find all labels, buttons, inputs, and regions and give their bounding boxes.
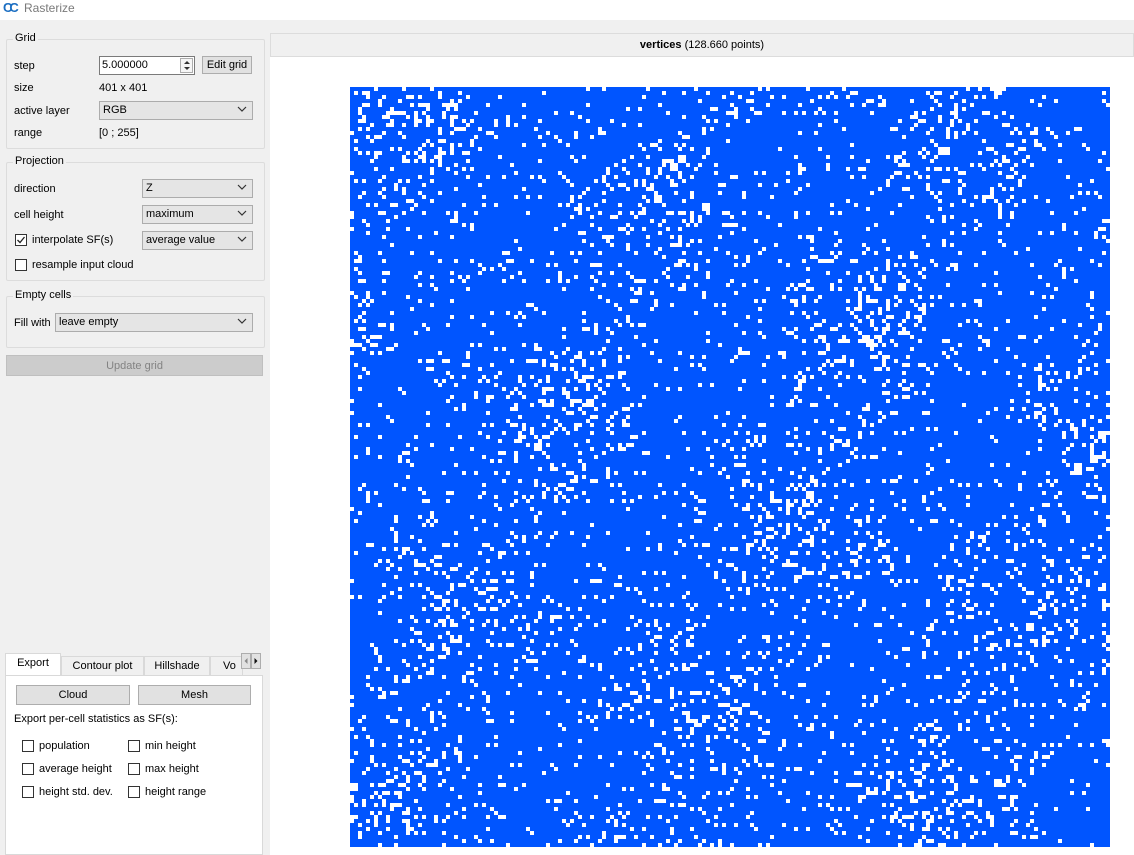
tab-hillshade[interactable]: Hillshade	[144, 656, 210, 675]
update-grid-button[interactable]: Update grid	[6, 355, 263, 376]
tab-bar: Export Contour plot Hillshade Vo	[5, 653, 263, 676]
interpolate-label: interpolate SF(s)	[32, 234, 114, 246]
max-height-label: max height	[145, 763, 199, 775]
range-value: [0 ; 255]	[99, 127, 139, 139]
interpolate-value: average value	[146, 234, 216, 246]
active-layer-value: RGB	[103, 104, 127, 116]
check-icon	[17, 236, 26, 244]
raster-view[interactable]	[270, 57, 1134, 855]
chevron-down-icon	[237, 106, 247, 112]
fill-with-combo[interactable]: leave empty	[55, 313, 253, 332]
raster-image[interactable]	[350, 87, 1110, 847]
average-height-label: average height	[39, 763, 112, 775]
edit-grid-button[interactable]: Edit grid	[202, 56, 252, 74]
title-bar: CC Rasterize	[0, 0, 1134, 20]
cell-height-combo[interactable]: maximum	[142, 205, 253, 224]
step-spinbox[interactable]: 5.000000	[99, 56, 195, 75]
interpolate-combo[interactable]: average value	[142, 231, 253, 250]
chevron-down-icon	[237, 184, 247, 190]
export-cloud-button[interactable]: Cloud	[16, 685, 130, 705]
height-range-checkbox[interactable]	[128, 786, 140, 798]
active-layer-combo[interactable]: RGB	[99, 101, 253, 120]
cell-height-label: cell height	[14, 209, 64, 221]
step-value: 5.000000	[102, 59, 148, 71]
projection-group-title: Projection	[13, 155, 66, 167]
cell-height-value: maximum	[146, 208, 194, 220]
chevron-right-icon	[254, 658, 258, 664]
range-label: range	[14, 127, 43, 139]
plot-header: vertices (128.660 points)	[270, 33, 1134, 57]
step-label: step	[14, 60, 35, 72]
spin-arrows[interactable]	[180, 58, 193, 73]
cloud-name: vertices	[639, 39, 682, 51]
population-label: population	[39, 740, 90, 752]
fill-with-value: leave empty	[59, 316, 119, 328]
direction-combo[interactable]: Z	[142, 179, 253, 198]
export-mesh-button[interactable]: Mesh	[138, 685, 251, 705]
empty-cells-group-title: Empty cells	[13, 289, 74, 301]
point-count: (128.660 points)	[684, 39, 765, 51]
window-title: Rasterize	[24, 1, 75, 15]
max-height-checkbox[interactable]	[128, 763, 140, 775]
size-label: size	[14, 82, 34, 94]
min-height-checkbox[interactable]	[128, 740, 140, 752]
chevron-down-icon	[237, 236, 247, 242]
min-height-label: min height	[145, 740, 196, 752]
height-std-dev-label: height std. dev.	[39, 786, 113, 798]
direction-label: direction	[14, 183, 56, 195]
chevron-left-icon	[244, 658, 248, 664]
direction-value: Z	[146, 182, 153, 194]
fill-with-label: Fill with	[14, 317, 51, 329]
resample-checkbox[interactable]	[15, 259, 27, 271]
population-checkbox[interactable]	[22, 740, 34, 752]
tab-scroll-left-button[interactable]	[241, 653, 251, 669]
active-layer-label: active layer	[14, 105, 70, 117]
size-value: 401 x 401	[99, 82, 148, 94]
app-logo-icon: CC	[3, 0, 19, 15]
spin-up-icon[interactable]	[184, 61, 190, 64]
tab-scroll-right-button[interactable]	[251, 653, 261, 669]
resample-label: resample input cloud	[32, 259, 134, 271]
chevron-down-icon	[237, 318, 247, 324]
height-std-dev-checkbox[interactable]	[22, 786, 34, 798]
interpolate-checkbox[interactable]	[15, 234, 27, 246]
grid-group-title: Grid	[13, 32, 38, 44]
export-tab-panel: Cloud Mesh Export per-cell statistics as…	[5, 675, 263, 855]
chevron-down-icon	[237, 210, 247, 216]
tab-volume[interactable]: Vo	[210, 656, 243, 675]
height-range-label: height range	[145, 786, 207, 798]
tab-export[interactable]: Export	[5, 653, 61, 676]
tab-contour-plot[interactable]: Contour plot	[61, 656, 144, 675]
spin-down-icon[interactable]	[184, 67, 190, 70]
average-height-checkbox[interactable]	[22, 763, 34, 775]
export-stats-label: Export per-cell statistics as SF(s):	[14, 713, 178, 725]
